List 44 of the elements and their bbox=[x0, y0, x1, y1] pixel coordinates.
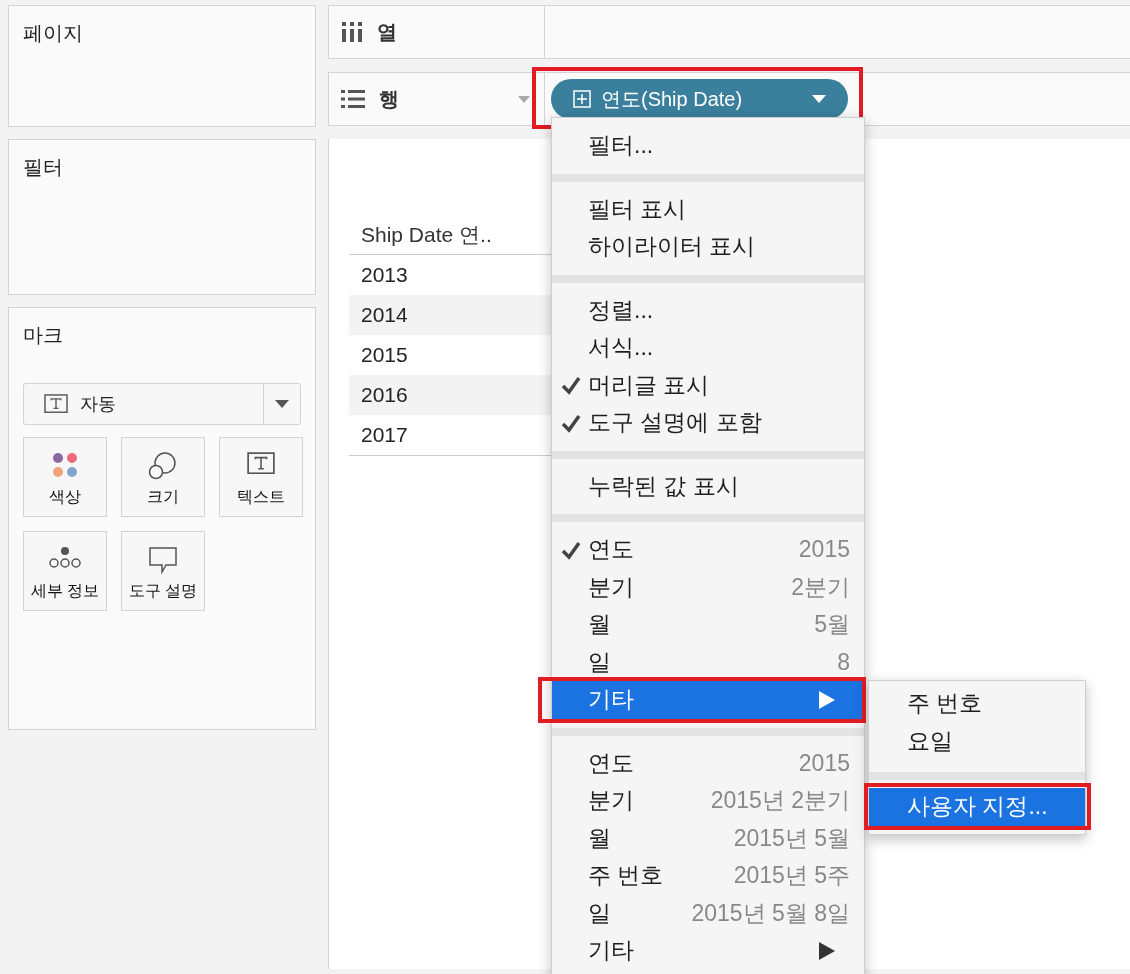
caret-icon bbox=[275, 400, 289, 408]
menu-item[interactable]: 월 5월 bbox=[552, 606, 864, 644]
menu-item[interactable]: 월 2015년 5월 bbox=[552, 819, 864, 857]
mark-property-button[interactable]: 크기 bbox=[121, 437, 205, 517]
mark-property-button[interactable]: 세부 정보 bbox=[23, 531, 107, 611]
expand-icon bbox=[573, 90, 591, 108]
menu-item[interactable]: 주 번호 bbox=[869, 685, 1085, 723]
menu-item[interactable]: 기타 bbox=[552, 681, 864, 719]
submenu-arrow-icon bbox=[818, 940, 836, 961]
circles-icon bbox=[148, 452, 178, 480]
checkmark-icon bbox=[560, 374, 582, 397]
menu-item[interactable]: 분기 2015년 2분기 bbox=[552, 782, 864, 820]
caret-icon bbox=[812, 95, 826, 103]
menu-item[interactable]: 분기 2분기 bbox=[552, 568, 864, 606]
filters-title: 필터 bbox=[23, 155, 63, 180]
marks-title: 마크 bbox=[23, 323, 63, 348]
dots-icon bbox=[49, 546, 81, 568]
speech-bubble-icon bbox=[148, 546, 178, 574]
menu-item[interactable]: 누락된 값 표시 bbox=[552, 467, 864, 505]
menu-item[interactable]: 연도 2015 bbox=[552, 531, 864, 569]
columns-icon bbox=[341, 22, 363, 42]
submenu-arrow-icon bbox=[818, 689, 836, 710]
menu-item[interactable]: 필터... bbox=[552, 127, 864, 165]
text-icon bbox=[44, 394, 68, 414]
menu-item[interactable]: 연도 2015 bbox=[552, 744, 864, 782]
list-icon bbox=[341, 89, 365, 109]
mark-type-dropdown[interactable]: 자동 bbox=[23, 383, 301, 425]
caret-icon bbox=[518, 95, 530, 103]
menu-item[interactable]: 기타 bbox=[552, 932, 864, 970]
menu-item[interactable]: 일 8 bbox=[552, 643, 864, 681]
menu-item[interactable]: 사용자 지정... bbox=[869, 788, 1085, 826]
rows-label: 행 bbox=[379, 86, 399, 112]
color-dots-icon bbox=[52, 452, 78, 478]
field-pill[interactable]: 연도(Ship Date) bbox=[551, 79, 848, 119]
text-icon bbox=[247, 452, 275, 475]
menu-item[interactable]: 요일 bbox=[869, 722, 1085, 760]
mark-property-button[interactable]: 텍스트 bbox=[219, 437, 303, 517]
mark-property-button[interactable]: 도구 설명 bbox=[121, 531, 205, 611]
columns-label: 열 bbox=[377, 19, 397, 45]
mark-property-button[interactable]: 색상 bbox=[23, 437, 107, 517]
pages-title: 페이지 bbox=[23, 21, 83, 46]
menu-item[interactable]: 주 번호 2015년 5주 bbox=[552, 857, 864, 895]
menu-item[interactable]: 일 2015년 5월 8일 bbox=[552, 894, 864, 932]
mark-type-label: 자동 bbox=[80, 393, 117, 416]
